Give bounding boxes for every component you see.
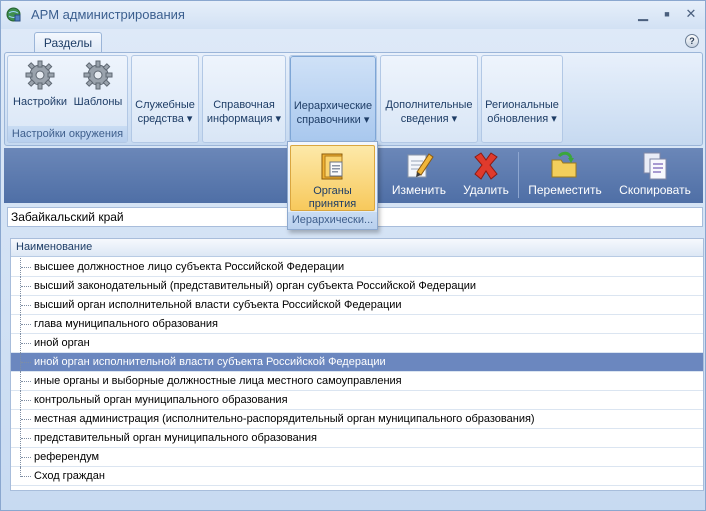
close-button[interactable]: ✕ xyxy=(681,5,701,23)
delete-x-icon xyxy=(474,152,498,180)
move-button[interactable]: Переместить xyxy=(524,148,606,203)
tree-row[interactable]: Сход граждан xyxy=(11,467,703,486)
tree-row[interactable]: высший законодательный (представительный… xyxy=(11,277,703,296)
group-regional: Региональные обновления ▾ xyxy=(481,55,563,143)
tree-rows: высшее должностное лицо субъекта Российс… xyxy=(11,258,703,486)
service-tools-dropdown[interactable]: Служебные средства ▾ xyxy=(132,56,198,142)
group-caption-environment: Настройки окружения xyxy=(8,126,127,142)
copy-label: Скопировать xyxy=(619,183,691,197)
minimize-button[interactable]: ▁ xyxy=(633,5,653,23)
hierarchical-dropdown-menu: Органы принятия Иерархически... xyxy=(287,141,378,230)
tree-row-label: высший законодательный (представительный… xyxy=(34,280,477,292)
tree-row[interactable]: высшее должностное лицо субъекта Российс… xyxy=(11,258,703,277)
tree-row[interactable]: референдум xyxy=(11,448,703,467)
menu-item-label: Органы принятия xyxy=(308,185,357,210)
ribbon-panel: Настройки Шаблоны Настройки окружения Сл… xyxy=(4,52,703,146)
gear-icon xyxy=(25,60,55,90)
copy-document-icon xyxy=(643,152,667,180)
tree-row-label: высшее должностное лицо субъекта Российс… xyxy=(34,261,345,273)
group-hierarchical: Иерархические справочники ▾ xyxy=(289,55,377,143)
tree-row-label: Сход граждан xyxy=(34,470,105,482)
title-bar: АРМ администрирования ▁ ■ ✕ xyxy=(1,1,705,29)
edit-label: Изменить xyxy=(391,183,447,197)
edit-pencil-icon xyxy=(407,153,434,178)
templates-label: Шаблоны xyxy=(73,96,123,108)
tree-row-label: референдум xyxy=(34,451,100,463)
tree-row-selected[interactable]: иной орган исполнительной власти субъект… xyxy=(11,353,703,372)
group-environment: Настройки Шаблоны Настройки окружения xyxy=(7,55,128,143)
maximize-button[interactable]: ■ xyxy=(657,5,677,23)
reference-info-dropdown[interactable]: Справочная информация ▾ xyxy=(203,56,285,142)
tree-row-label: иной орган xyxy=(34,337,90,349)
edit-button[interactable]: Изменить xyxy=(387,148,451,203)
help-icon[interactable]: ? xyxy=(685,34,699,48)
reference-info-label: Справочная информация ▾ xyxy=(206,99,282,125)
toolbar-separator xyxy=(518,152,519,198)
templates-button[interactable]: Шаблоны xyxy=(70,60,126,112)
hierarchical-dicts-dropdown[interactable]: Иерархические справочники ▾ xyxy=(290,56,376,142)
delete-label: Удалить xyxy=(463,183,509,197)
tree-row-label: высший орган исполнительной власти субъе… xyxy=(34,299,402,311)
tree-row[interactable]: контрольный орган муниципального образов… xyxy=(11,391,703,410)
tree-row-label: иные органы и выборные должностные лица … xyxy=(34,375,402,387)
column-header-name[interactable]: Наименование xyxy=(11,239,703,257)
copy-button[interactable]: Скопировать xyxy=(612,148,698,203)
tab-sections[interactable]: Разделы xyxy=(34,32,102,54)
settings-label: Настройки xyxy=(13,96,67,108)
move-folder-icon xyxy=(551,151,577,178)
tree-row[interactable]: иные органы и выборные должностные лица … xyxy=(11,372,703,391)
book-icon xyxy=(321,153,343,180)
regional-updates-dropdown[interactable]: Региональные обновления ▾ xyxy=(482,56,562,142)
group-service: Служебные средства ▾ xyxy=(131,55,199,143)
group-reference: Справочная информация ▾ xyxy=(202,55,286,143)
tree-row-label: контрольный орган муниципального образов… xyxy=(34,394,288,406)
service-tools-label: Служебные средства ▾ xyxy=(135,99,195,125)
tree-row[interactable]: местная администрация (исполнительно-рас… xyxy=(11,410,703,429)
regional-updates-label: Региональные обновления ▾ xyxy=(485,99,559,125)
tree-row[interactable]: высший орган исполнительной власти субъе… xyxy=(11,296,703,315)
popup-caption: Иерархически... xyxy=(288,212,377,229)
tree-row-label: иной орган исполнительной власти субъект… xyxy=(34,356,386,368)
ribbon-tab-strip: Разделы ? xyxy=(1,29,705,54)
additional-info-dropdown[interactable]: Дополнительные сведения ▾ xyxy=(381,56,477,142)
group-additional: Дополнительные сведения ▾ xyxy=(380,55,478,143)
delete-button[interactable]: Удалить xyxy=(458,148,514,203)
gear-icon xyxy=(83,60,113,90)
settings-button[interactable]: Настройки xyxy=(11,60,69,112)
app-globe-icon xyxy=(6,7,21,22)
tree-row-label: представительный орган муниципального об… xyxy=(34,432,317,444)
tree-row-label: глава муниципального образования xyxy=(34,318,218,330)
app-window: АРМ администрирования ▁ ■ ✕ Разделы ? На… xyxy=(0,0,706,511)
window-title: АРМ администрирования xyxy=(31,7,185,22)
organs-tree: Наименование высшее должностное лицо суб… xyxy=(10,238,704,491)
hierarchical-dicts-label: Иерархические справочники ▾ xyxy=(293,100,373,126)
additional-info-label: Дополнительные сведения ▾ xyxy=(385,99,473,125)
tree-row[interactable]: глава муниципального образования xyxy=(11,315,703,334)
tree-row[interactable]: иной орган xyxy=(11,334,703,353)
menu-item-adopting-bodies[interactable]: Органы принятия xyxy=(290,145,375,211)
tree-row-label: местная администрация (исполнительно-рас… xyxy=(34,413,535,425)
move-label: Переместить xyxy=(528,183,602,197)
tree-row[interactable]: представительный орган муниципального об… xyxy=(11,429,703,448)
